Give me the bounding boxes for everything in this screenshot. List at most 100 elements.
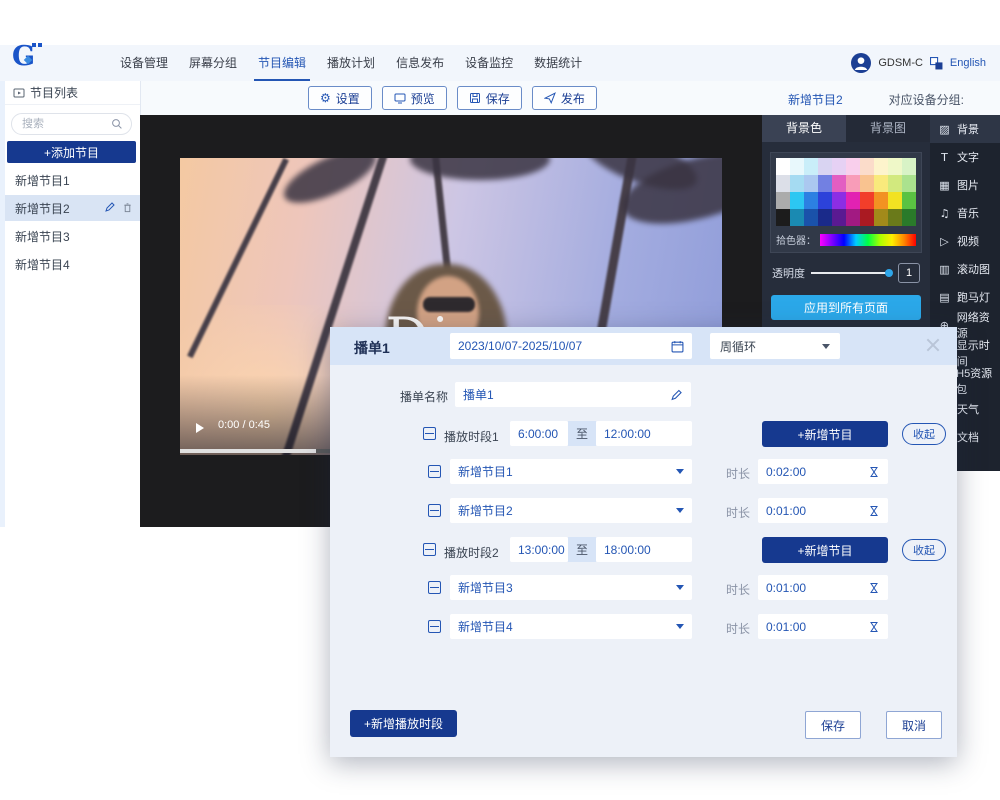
nav-item-info-publish[interactable]: 信息发布 <box>392 45 448 81</box>
program-list-item-selected[interactable]: 新增节目2 <box>5 195 140 221</box>
delete-icon[interactable] <box>122 202 133 213</box>
preview-button[interactable]: 预览 <box>382 86 447 110</box>
play-icon[interactable] <box>196 423 204 433</box>
remove-program-icon[interactable] <box>428 581 441 594</box>
add-program-button[interactable]: +添加节目 <box>7 141 136 163</box>
color-swatch[interactable] <box>776 209 790 226</box>
username[interactable]: GDSM-C <box>878 57 923 69</box>
color-swatch[interactable] <box>860 209 874 226</box>
color-swatch[interactable] <box>902 175 916 192</box>
user-avatar[interactable] <box>851 53 871 73</box>
hourglass-icon[interactable] <box>868 505 880 517</box>
add-playback-section-button[interactable]: +新增播放时段 <box>350 710 457 737</box>
remove-program-icon[interactable] <box>428 504 441 517</box>
opacity-slider[interactable] <box>811 272 892 274</box>
publish-button[interactable]: 发布 <box>532 86 597 110</box>
calendar-icon[interactable] <box>671 340 684 353</box>
start-time-input[interactable]: 6:00:00 <box>510 421 568 446</box>
add-program-to-section-button[interactable]: +新增节目 <box>762 537 888 563</box>
program-list-item[interactable]: 新增节目1 <box>5 167 140 193</box>
hue-gradient-bar[interactable] <box>820 234 916 246</box>
color-swatch[interactable] <box>832 209 846 226</box>
playlist-name-input[interactable]: 播单1 <box>455 382 691 407</box>
collapse-button[interactable]: 收起 <box>902 539 946 561</box>
hourglass-icon[interactable] <box>868 621 880 633</box>
color-swatch[interactable] <box>888 175 902 192</box>
nav-item-screen-groups[interactable]: 屏幕分组 <box>185 45 241 81</box>
apply-to-all-pages-button[interactable]: 应用到所有页面 <box>771 295 921 320</box>
program-select[interactable]: 新增节目4 <box>450 614 692 639</box>
save-button[interactable]: 保存 <box>457 86 522 110</box>
program-select[interactable]: 新增节目2 <box>450 498 692 523</box>
edit-icon[interactable] <box>104 201 116 213</box>
color-swatch[interactable] <box>902 209 916 226</box>
settings-button[interactable]: ⚙ 设置 <box>308 86 372 110</box>
color-swatch[interactable] <box>874 158 888 175</box>
color-swatch[interactable] <box>846 158 860 175</box>
color-swatch[interactable] <box>846 175 860 192</box>
tool-video[interactable]: ▷ 视频 <box>930 227 1000 255</box>
remove-section-icon[interactable] <box>423 543 436 556</box>
duration-input[interactable]: 0:01:00 <box>758 498 888 523</box>
program-list-item[interactable]: 新增节目4 <box>5 251 140 277</box>
add-program-to-section-button[interactable]: +新增节目 <box>762 421 888 447</box>
color-swatch[interactable] <box>818 192 832 209</box>
color-swatch[interactable] <box>776 175 790 192</box>
nav-item-play-plan[interactable]: 播放计划 <box>323 45 379 81</box>
tool-image[interactable]: ▦ 图片 <box>930 171 1000 199</box>
translate-icon[interactable] <box>930 57 943 70</box>
color-swatch[interactable] <box>776 158 790 175</box>
tool-text[interactable]: T 文字 <box>930 143 1000 171</box>
language-switcher[interactable]: English <box>950 57 986 69</box>
color-swatch[interactable] <box>818 158 832 175</box>
program-select[interactable]: 新增节目3 <box>450 575 692 600</box>
hourglass-icon[interactable] <box>868 582 880 594</box>
close-icon[interactable] <box>925 337 941 353</box>
color-swatch[interactable] <box>804 192 818 209</box>
color-swatch[interactable] <box>846 192 860 209</box>
color-swatch[interactable] <box>888 209 902 226</box>
color-swatch[interactable] <box>888 158 902 175</box>
color-swatch[interactable] <box>860 175 874 192</box>
color-swatch[interactable] <box>804 209 818 226</box>
program-select[interactable]: 新增节目1 <box>450 459 692 484</box>
color-swatch[interactable] <box>818 175 832 192</box>
end-time-input[interactable]: 18:00:00 <box>596 537 692 562</box>
remove-program-icon[interactable] <box>428 620 441 633</box>
color-swatch[interactable] <box>832 175 846 192</box>
opacity-value[interactable]: 1 <box>898 263 920 283</box>
color-swatch[interactable] <box>860 192 874 209</box>
search-icon[interactable] <box>111 118 123 130</box>
color-swatch[interactable] <box>902 158 916 175</box>
color-swatch[interactable] <box>832 158 846 175</box>
color-swatch[interactable] <box>804 158 818 175</box>
remove-program-icon[interactable] <box>428 465 441 478</box>
color-swatch[interactable] <box>790 209 804 226</box>
color-swatch[interactable] <box>790 158 804 175</box>
color-swatch[interactable] <box>776 192 790 209</box>
hourglass-icon[interactable] <box>868 466 880 478</box>
nav-item-data-stats[interactable]: 数据统计 <box>530 45 586 81</box>
modal-cancel-button[interactable]: 取消 <box>886 711 942 739</box>
color-swatch[interactable] <box>832 192 846 209</box>
opacity-slider-knob[interactable] <box>885 269 893 277</box>
collapse-button[interactable]: 收起 <box>902 423 946 445</box>
date-range-input[interactable]: 2023/10/07-2025/10/07 <box>450 333 692 359</box>
color-swatch[interactable] <box>874 175 888 192</box>
duration-input[interactable]: 0:01:00 <box>758 614 888 639</box>
color-swatch[interactable] <box>902 192 916 209</box>
cycle-select[interactable]: 周循环 <box>710 333 840 359</box>
color-swatch[interactable] <box>874 192 888 209</box>
color-swatch[interactable] <box>860 158 874 175</box>
tool-scroll-image[interactable]: ▥ 滚动图 <box>930 255 1000 283</box>
tool-music[interactable]: ♫ 音乐 <box>930 199 1000 227</box>
duration-input[interactable]: 0:01:00 <box>758 575 888 600</box>
color-swatch[interactable] <box>804 175 818 192</box>
tab-background-image[interactable]: 背景图 <box>846 115 930 142</box>
tab-background-color[interactable]: 背景色 <box>762 115 846 142</box>
color-swatch[interactable] <box>790 192 804 209</box>
color-swatch[interactable] <box>790 175 804 192</box>
remove-section-icon[interactable] <box>423 427 436 440</box>
edit-icon[interactable] <box>670 388 683 401</box>
nav-item-program-edit[interactable]: 节目编辑 <box>254 45 310 81</box>
